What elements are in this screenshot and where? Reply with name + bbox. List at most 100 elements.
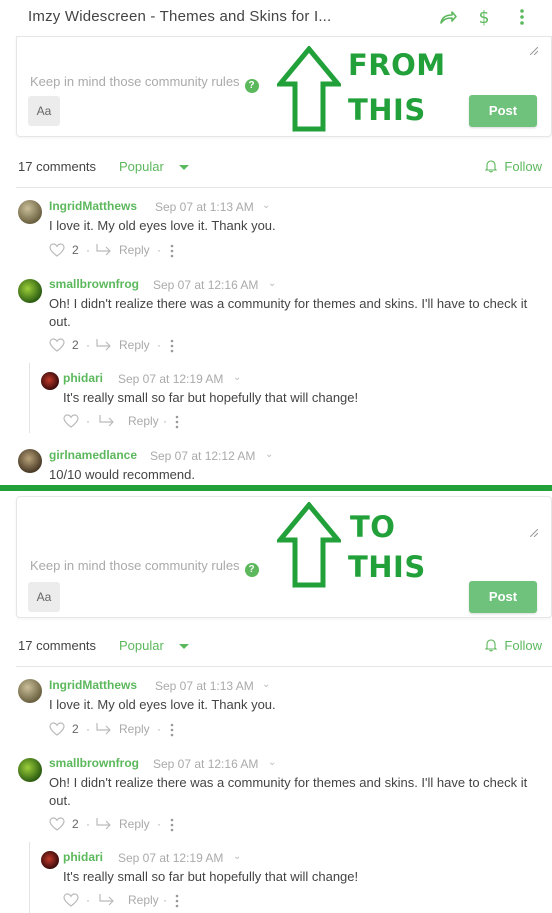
comment-text: It's really small so far but hopefully t… [63, 390, 359, 405]
heart-icon[interactable] [63, 893, 79, 907]
separator: · [163, 893, 167, 907]
comment-count: 17 comments [18, 638, 97, 653]
reply-arrow-icon[interactable] [95, 722, 113, 736]
reply-link[interactable]: Reply [119, 338, 150, 352]
more-vertical-icon[interactable] [169, 817, 175, 833]
heart-icon[interactable] [49, 722, 65, 736]
reply-link[interactable]: Reply [119, 817, 150, 831]
like-count: 2 [72, 243, 79, 257]
resize-handle-icon[interactable] [530, 47, 538, 55]
chevron-down-icon[interactable]: ⌄ [268, 757, 276, 768]
reply-arrow-icon[interactable] [98, 414, 116, 428]
more-vertical-icon[interactable] [169, 722, 175, 738]
separator: · [86, 243, 90, 257]
comment-count: 17 comments [18, 159, 97, 174]
reply-link[interactable]: Reply [128, 414, 159, 428]
chevron-down-icon[interactable]: ⌄ [262, 200, 270, 211]
reply-arrow-icon[interactable] [95, 817, 113, 831]
separator: · [86, 893, 90, 907]
chevron-down-icon[interactable]: ⌄ [262, 679, 270, 690]
format-text-button[interactable]: Aa [28, 96, 60, 126]
help-icon[interactable]: ? [244, 563, 259, 577]
reply-arrow-icon[interactable] [98, 893, 116, 907]
comment-timestamp[interactable]: Sep 07 at 1:13 AM [155, 679, 254, 693]
comment-timestamp[interactable]: Sep 07 at 12:16 AM [153, 757, 258, 771]
comment-timestamp[interactable]: Sep 07 at 12:16 AM [153, 278, 258, 292]
more-vertical-icon[interactable] [169, 338, 175, 354]
chevron-down-icon[interactable]: ⌄ [265, 449, 273, 460]
separator: · [86, 722, 90, 736]
comment-text: Oh! I didn't realize there was a communi… [49, 775, 528, 808]
comment-text: 10/10 would recommend. [49, 467, 195, 482]
comment-reply: phidari Sep 07 at 12:19 AM ⌄ It's really… [0, 368, 552, 438]
divider-line [16, 187, 552, 188]
separator: · [86, 817, 90, 831]
comment-username[interactable]: IngridMatthews [49, 199, 137, 213]
comment-username[interactable]: IngridMatthews [49, 678, 137, 692]
more-vertical-icon[interactable] [174, 414, 180, 430]
comment: girlnamedlance Sep 07 at 12:12 AM ⌄ 10/1… [0, 444, 552, 487]
community-rules-hint: Keep in mind those community rules? [30, 558, 259, 577]
heart-icon[interactable] [49, 338, 65, 352]
reply-link[interactable]: Reply [119, 722, 150, 736]
comment-username[interactable]: phidari [63, 850, 103, 864]
more-vertical-icon[interactable] [174, 893, 180, 909]
help-icon[interactable]: ? [244, 79, 259, 93]
separator: · [157, 722, 161, 736]
reply-arrow-icon[interactable] [95, 338, 113, 352]
sort-dropdown[interactable]: Popular [119, 638, 164, 653]
comment-timestamp[interactable]: Sep 07 at 12:12 AM [150, 449, 255, 463]
comment-username[interactable]: smallbrownfrog [49, 756, 139, 770]
separator: · [157, 338, 161, 352]
bell-icon [485, 160, 498, 173]
like-count: 2 [72, 338, 79, 352]
comment-timestamp[interactable]: Sep 07 at 1:13 AM [155, 200, 254, 214]
avatar[interactable] [18, 758, 42, 782]
comments-bar: 17 comments Popular Follow [0, 148, 552, 188]
chevron-down-icon[interactable]: ⌄ [233, 851, 241, 862]
comment-username[interactable]: smallbrownfrog [49, 277, 139, 291]
panel-after: Keep in mind those community rules? Aa P… [0, 492, 552, 913]
avatar[interactable] [41, 851, 59, 869]
comment-timestamp[interactable]: Sep 07 at 12:19 AM [118, 372, 223, 386]
follow-button[interactable]: Follow [484, 159, 542, 174]
page-title: Imzy Widescreen - Themes and Skins for I… [28, 8, 332, 25]
heart-icon[interactable] [49, 817, 65, 831]
reply-arrow-icon[interactable] [95, 243, 113, 257]
comment-timestamp[interactable]: Sep 07 at 12:19 AM [118, 851, 223, 865]
caret-down-icon[interactable] [179, 165, 189, 170]
separator: · [163, 414, 167, 428]
sort-dropdown[interactable]: Popular [119, 159, 164, 174]
avatar[interactable] [18, 200, 42, 224]
chevron-down-icon[interactable]: ⌄ [233, 372, 241, 383]
comparison-divider [0, 485, 552, 491]
more-vertical-icon[interactable] [512, 7, 532, 27]
avatar[interactable] [18, 679, 42, 703]
avatar[interactable] [18, 279, 42, 303]
format-text-button[interactable]: Aa [28, 582, 60, 612]
follow-label: Follow [504, 159, 542, 174]
more-vertical-icon[interactable] [169, 243, 175, 259]
comment-actions: 2 · Reply · [49, 243, 249, 259]
heart-icon[interactable] [63, 414, 79, 428]
share-icon[interactable] [438, 7, 458, 27]
svg-text:$: $ [479, 8, 490, 27]
arrow-up-icon [277, 46, 341, 132]
follow-button[interactable]: Follow [484, 638, 542, 653]
comment-username[interactable]: girlnamedlance [49, 448, 137, 462]
reply-link[interactable]: Reply [128, 893, 159, 907]
comment-username[interactable]: phidari [63, 371, 103, 385]
reply-link[interactable]: Reply [119, 243, 150, 257]
avatar[interactable] [18, 449, 42, 473]
panel-before: Keep in mind those community rules? Aa P… [0, 36, 552, 487]
resize-handle-icon[interactable] [530, 529, 538, 537]
separator: · [157, 817, 161, 831]
post-button[interactable]: Post [469, 581, 537, 613]
avatar[interactable] [41, 372, 59, 390]
heart-icon[interactable] [49, 243, 65, 257]
separator: · [157, 243, 161, 257]
chevron-down-icon[interactable]: ⌄ [268, 278, 276, 289]
dollar-icon[interactable]: $ [474, 7, 494, 27]
caret-down-icon[interactable] [179, 644, 189, 649]
post-button[interactable]: Post [469, 95, 537, 127]
